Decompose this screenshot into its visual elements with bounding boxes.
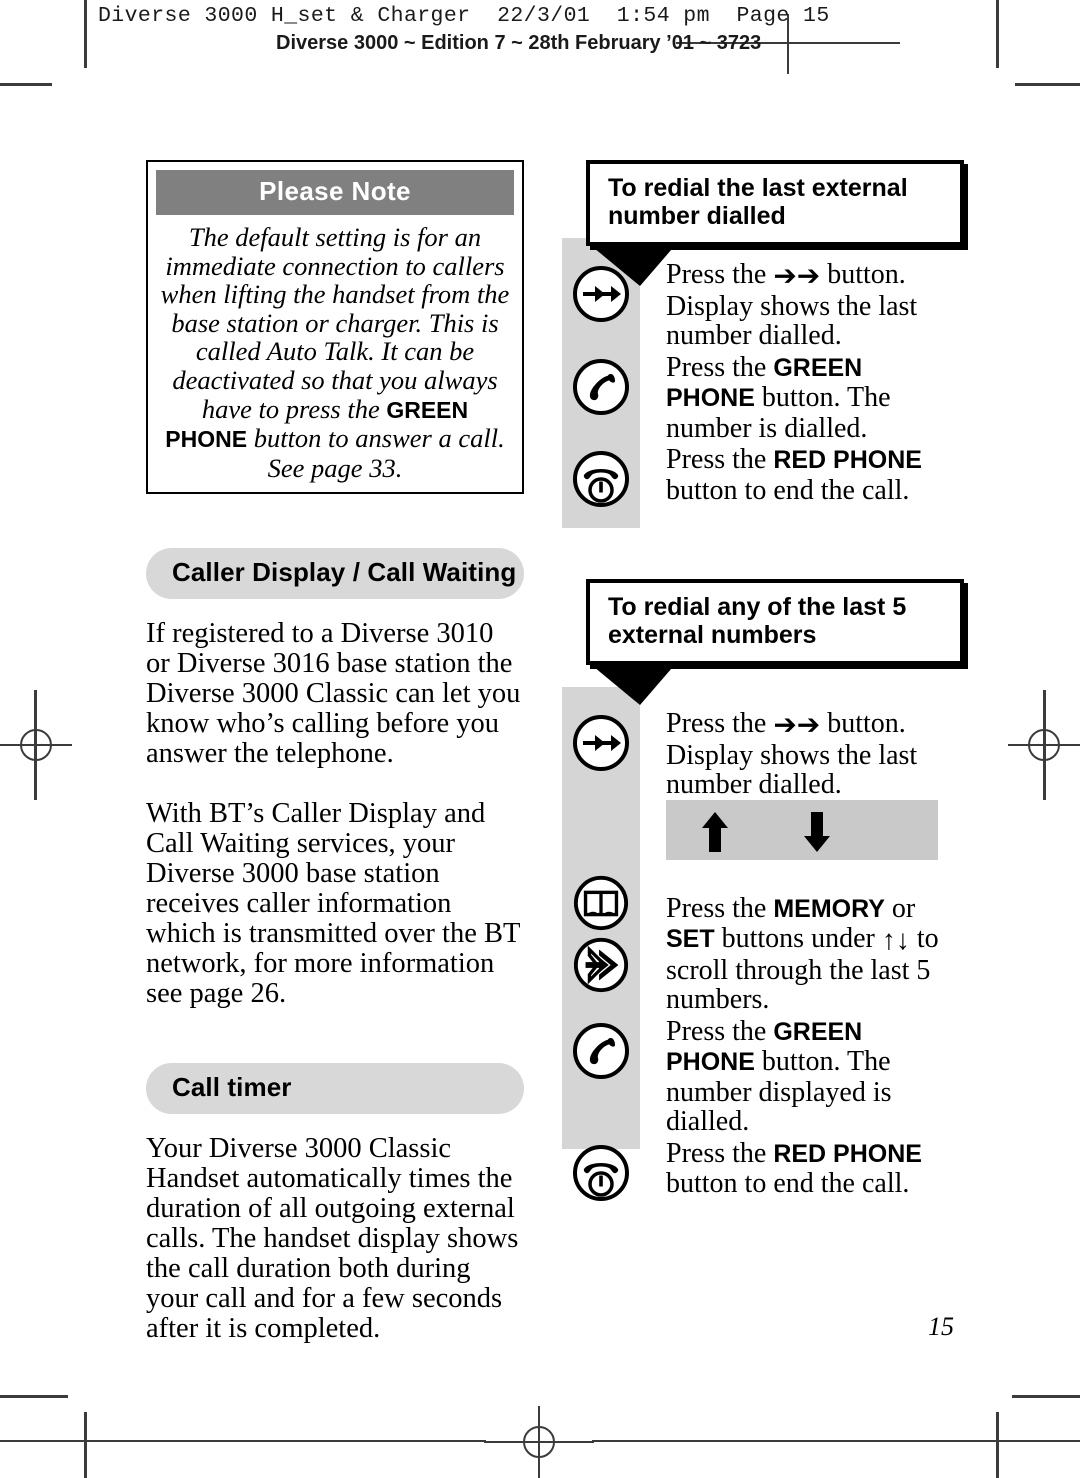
callout-pointer-icon [594, 242, 678, 286]
registration-mark-ring [20, 729, 52, 761]
registration-mark-bottom [484, 1406, 594, 1478]
crop-mark-top-left-vertical [84, 0, 87, 68]
set-arrow-icon [573, 937, 629, 992]
crop-mark-top-right-vertical [996, 0, 999, 68]
step-row: Press the RED PHONE button to end the ca… [562, 443, 944, 535]
callout-box: To redial the last external number diall… [586, 160, 964, 246]
green-phone-icon [562, 351, 640, 417]
step-text: Press the RED PHONE button to end the ca… [640, 443, 944, 505]
section-heading-caller-display: Caller Display / Call Waiting [146, 548, 524, 600]
callout-redial-last-five: To redial any of the last 5 external num… [586, 579, 964, 705]
registration-bleed-line-right [1044, 690, 1046, 800]
redial-last-five-block: To redial any of the last 5 external num… [562, 579, 964, 1229]
red-phone-icon [562, 443, 640, 509]
up-down-arrow-glyph-icon: ↑↓ [881, 925, 910, 956]
step-row: Press the RED PHONE button to end the ca… [562, 1137, 944, 1229]
section-body-caller-display: If registered to a Diverse 3010 or Diver… [146, 619, 524, 1009]
step-row: Press the ➔➔ button. Display shows the l… [562, 707, 944, 800]
up-arrow-icon [702, 811, 728, 852]
left-column: Please Note The default setting is for a… [146, 160, 524, 1344]
redial-last-number-block: To redial the last external number diall… [562, 160, 964, 535]
memory-set-icon-group [562, 868, 640, 994]
paragraph: If registered to a Diverse 3010 or Diver… [146, 618, 521, 770]
callout-redial-last-number: To redial the last external number diall… [586, 160, 964, 286]
crop-mark-bottom-left-horizontal [0, 1395, 68, 1398]
set-label: SET [666, 925, 715, 953]
paragraph: With BT’s Caller Display and Call Waitin… [146, 798, 520, 1010]
step-text-post: button to end the call. [666, 474, 910, 506]
callout-box: To redial any of the last 5 external num… [586, 579, 964, 665]
step-text-pre: Press the [666, 444, 774, 475]
crop-mark-bottom-right-vertical [996, 1412, 999, 1478]
registration-bleed-line-bottom-left [0, 1440, 486, 1442]
registration-mark-ring [523, 1426, 555, 1458]
red-phone-label: RED PHONE [773, 1139, 922, 1168]
section-body-call-timer: Your Diverse 3000 Classic Handset automa… [146, 1134, 524, 1344]
please-note-title: Please Note [156, 170, 514, 215]
please-note-body-pre: The default setting is for an immediate … [160, 222, 510, 424]
registration-bleed-line-bottom-right [592, 1440, 1080, 1442]
right-column: To redial the last external number diall… [562, 160, 964, 1229]
registration-mark-left [0, 690, 72, 800]
section-heading-call-timer: Call timer [146, 1063, 524, 1115]
step-text-pre: Press the [666, 1137, 774, 1169]
step-text: Press the RED PHONE button to end the ca… [640, 1137, 944, 1199]
step-text-pre: Press the [666, 892, 774, 924]
crop-mark-bottom-left-vertical [84, 1412, 87, 1478]
step-text-mid: or [884, 892, 916, 924]
step-text-pre: Press the [666, 351, 774, 383]
step-text-pre: Press the [666, 259, 774, 290]
down-arrow-icon [804, 811, 830, 852]
please-note-body: The default setting is for an immediate … [156, 215, 514, 482]
green-phone-icon [562, 1015, 640, 1081]
crop-mark-top-right-horizontal [1015, 83, 1080, 86]
redial-glyph-icon: ➔➔ [773, 710, 821, 741]
redial-glyph-icon: ➔➔ [773, 261, 821, 292]
scroll-arrows-bar [666, 799, 938, 860]
step-row: Press the GREEN PHONE button. The number… [562, 351, 944, 444]
step-row: Press the GREEN PHONE button. The number… [562, 1015, 944, 1137]
step-text: Press the ➔➔ button. Display shows the l… [640, 707, 944, 800]
please-note-box: Please Note The default setting is for a… [146, 160, 524, 495]
memory-book-icon [573, 875, 629, 930]
step-row: Press the MEMORY or SET buttons under ↑↓… [562, 868, 944, 1015]
callout-pointer-icon [594, 661, 678, 705]
step-text-post: button to end the call. [666, 1168, 910, 1199]
crop-mark-top-left-horizontal [0, 83, 52, 86]
step-text-mid: buttons under [714, 923, 882, 954]
please-note-body-post: button to answer a call. See page 33. [247, 423, 505, 483]
redial-button-icon [562, 707, 640, 773]
red-phone-icon [562, 1137, 640, 1203]
memory-label: MEMORY [773, 894, 885, 923]
step-text: Press the GREEN PHONE button. The number… [640, 1015, 944, 1137]
slug-edition: Diverse 3000 ~ Edition 7 ~ 28th February… [276, 32, 762, 54]
slug-filename: Diverse 3000 H_set & Charger 22/3/01 1:5… [98, 4, 830, 28]
step-text: Press the GREEN PHONE button. The number… [640, 351, 944, 444]
registration-bleed-line-left [34, 690, 36, 800]
step-text: Press the MEMORY or SET buttons under ↑↓… [640, 868, 944, 1015]
paragraph: Your Diverse 3000 Classic Handset automa… [146, 1133, 519, 1345]
step-text-pre: Press the [666, 708, 774, 739]
step-text-pre: Press the [666, 1015, 774, 1047]
callout-title: To redial any of the last 5 external num… [608, 593, 907, 649]
crop-mark-bottom-right-horizontal [1012, 1395, 1080, 1398]
step-text: Press the ➔➔ button. Display shows the l… [640, 258, 944, 351]
callout-title: To redial the last external number diall… [608, 174, 908, 230]
red-phone-label: RED PHONE [773, 446, 922, 474]
page-number: 15 [928, 1312, 954, 1341]
